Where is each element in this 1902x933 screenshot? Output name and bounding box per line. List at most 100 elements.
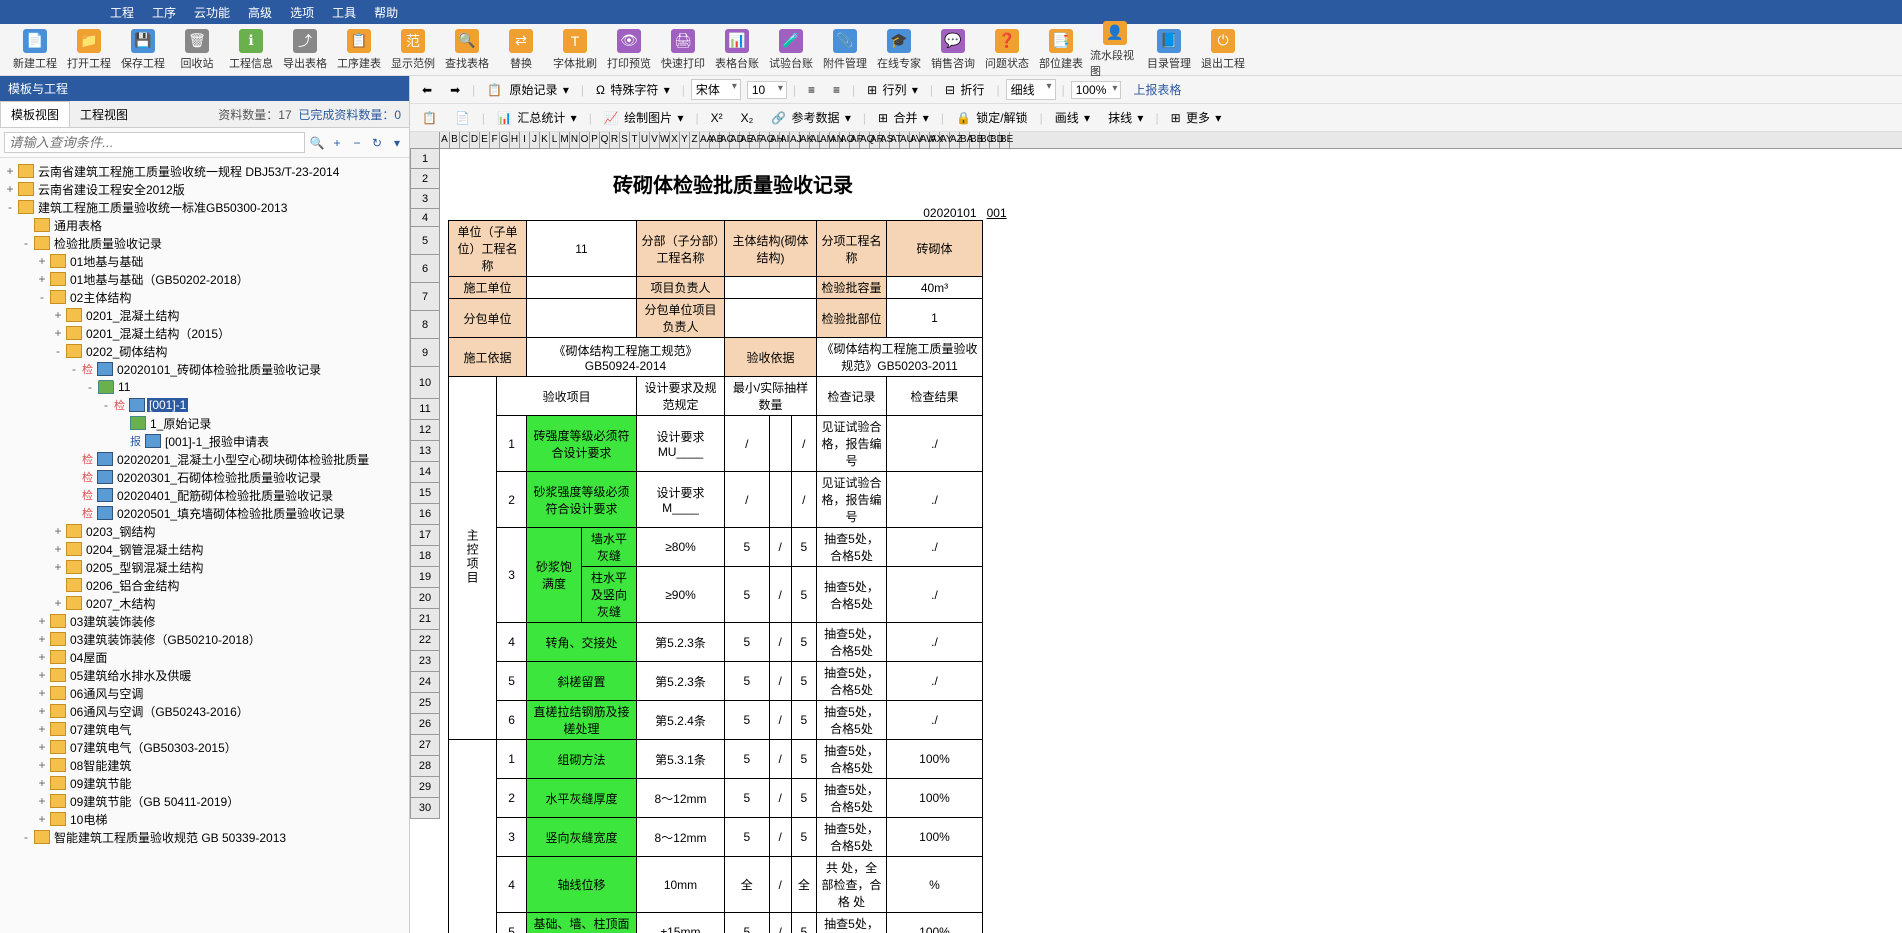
copy-icon[interactable]: 📄 xyxy=(449,109,476,127)
menu-帮助[interactable]: 帮助 xyxy=(374,4,398,21)
tree-item[interactable]: +09建筑节能（GB 50411-2019） xyxy=(4,792,405,810)
toolbar-快速打印[interactable]: 🖨快速打印 xyxy=(658,29,708,71)
menu-选项[interactable]: 选项 xyxy=(290,4,314,21)
menu-工序[interactable]: 工序 xyxy=(152,4,176,21)
undo-button[interactable]: ⬅ xyxy=(416,81,438,99)
tree-item[interactable]: +07建筑电气（GB50303-2015） xyxy=(4,738,405,756)
toolbar-打印预览[interactable]: 👁打印预览 xyxy=(604,29,654,71)
tree-item[interactable]: +0204_钢管混凝土结构 xyxy=(4,540,405,558)
toolbar-新建工程[interactable]: 📄新建工程 xyxy=(10,29,60,71)
toolbar-字体批刷[interactable]: T字体批刷 xyxy=(550,29,600,71)
special-char-button[interactable]: Ω 特殊字符 ▾ xyxy=(590,79,676,100)
tree-item[interactable]: +01地基与基础 xyxy=(4,252,405,270)
merge-button[interactable]: ⊞ 合并 ▾ xyxy=(872,107,935,128)
search-icon[interactable]: 🔍 xyxy=(309,136,325,150)
tree-item[interactable]: +0201_混凝土结构（2015） xyxy=(4,324,405,342)
stat-button[interactable]: 📊 汇总统计 ▾ xyxy=(491,107,583,128)
tree-item[interactable]: +04屋面 xyxy=(4,648,405,666)
tree-item[interactable]: +0203_钢结构 xyxy=(4,522,405,540)
tree-item[interactable]: -11 xyxy=(4,378,405,396)
toolbar-替换[interactable]: ⇄替换 xyxy=(496,29,546,71)
menu-icon[interactable]: ▾ xyxy=(389,136,405,150)
row-col-button[interactable]: ⊞ 行列 ▾ xyxy=(861,79,924,100)
original-record-button[interactable]: 📋 原始记录 ▾ xyxy=(481,79,575,100)
tab-project-view[interactable]: 工程视图 xyxy=(70,102,138,127)
add-icon[interactable]: + xyxy=(329,136,345,150)
toolbar-打开工程[interactable]: 📁打开工程 xyxy=(64,29,114,71)
toolbar-显示范例[interactable]: 范显示范例 xyxy=(388,29,438,71)
tree-item[interactable]: -检02020101_砖砌体检验批质量验收记录 xyxy=(4,360,405,378)
toolbar-工序建表[interactable]: 📋工序建表 xyxy=(334,29,384,71)
tree-item[interactable]: 1_原始记录 xyxy=(4,414,405,432)
menu-高级[interactable]: 高级 xyxy=(248,4,272,21)
tree-item[interactable]: +09建筑节能 xyxy=(4,774,405,792)
dash-line-button[interactable]: 抹线 ▾ xyxy=(1102,107,1149,128)
tree-item[interactable]: -02主体结构 xyxy=(4,288,405,306)
tree-item[interactable]: 0206_铝合金结构 xyxy=(4,576,405,594)
tab-template-view[interactable]: 模板视图 xyxy=(0,101,70,127)
tree-item[interactable]: 检02020301_石砌体检验批质量验收记录 xyxy=(4,468,405,486)
paint-line-button[interactable]: 画线 ▾ xyxy=(1049,107,1096,128)
tree-item[interactable]: +云南省建筑工程施工质量验收统一规程 DBJ53/T-23-2014 xyxy=(4,162,405,180)
chart-button[interactable]: 📈 绘制图片 ▾ xyxy=(598,107,690,128)
tree-item[interactable]: 检02020401_配筋砌体检验批质量验收记录 xyxy=(4,486,405,504)
subscript-icon[interactable]: X₂ xyxy=(735,109,760,127)
paste-icon[interactable]: 📋 xyxy=(416,109,443,127)
tree-item[interactable]: +云南省建设工程安全2012版 xyxy=(4,180,405,198)
wrap-button[interactable]: ⊟ 折行 xyxy=(939,79,990,100)
zoom-select[interactable]: 100% xyxy=(1071,81,1122,99)
toolbar-销售咨询[interactable]: 💬销售咨询 xyxy=(928,29,978,71)
tree-item[interactable]: +06通风与空调（GB50243-2016） xyxy=(4,702,405,720)
ref-data-button[interactable]: 🔗 参考数据 ▾ xyxy=(765,107,857,128)
lock-button[interactable]: 🔒 锁定/解锁 xyxy=(950,107,1034,128)
search-input[interactable] xyxy=(4,132,305,153)
tree-item[interactable]: +03建筑装饰装修（GB50210-2018） xyxy=(4,630,405,648)
tree-item[interactable]: -检[001]-1 xyxy=(4,396,405,414)
toolbar-工程信息[interactable]: ℹ工程信息 xyxy=(226,29,276,71)
toolbar-保存工程[interactable]: 💾保存工程 xyxy=(118,29,168,71)
toolbar-回收站[interactable]: 🗑回收站 xyxy=(172,29,222,71)
tree-item[interactable]: +07建筑电气 xyxy=(4,720,405,738)
font-select[interactable]: 宋体 xyxy=(691,79,741,100)
menu-工具[interactable]: 工具 xyxy=(332,4,356,21)
toolbar-试验台账[interactable]: 🧪试验台账 xyxy=(766,29,816,71)
tree-item[interactable]: 通用表格 xyxy=(4,216,405,234)
tree-item[interactable]: +0205_型钢混凝土结构 xyxy=(4,558,405,576)
size-select[interactable]: 10 xyxy=(747,81,787,99)
toolbar-退出工程[interactable]: ⏻退出工程 xyxy=(1198,29,1248,71)
tree-item[interactable]: +10电梯 xyxy=(4,810,405,828)
tree-item[interactable]: +03建筑装饰装修 xyxy=(4,612,405,630)
remove-icon[interactable]: − xyxy=(349,136,365,150)
upload-button[interactable]: 上报表格 xyxy=(1127,79,1187,100)
toolbar-目录管理[interactable]: 📘目录管理 xyxy=(1144,29,1194,71)
toolbar-在线专家[interactable]: 🎓在线专家 xyxy=(874,29,924,71)
tree-item[interactable]: +08智能建筑 xyxy=(4,756,405,774)
toolbar-附件管理[interactable]: 📎附件管理 xyxy=(820,29,870,71)
tree-item[interactable]: -检验批质量验收记录 xyxy=(4,234,405,252)
tree-item[interactable]: +05建筑给水排水及供暖 xyxy=(4,666,405,684)
tree-item[interactable]: +06通风与空调 xyxy=(4,684,405,702)
tree-item[interactable]: -0202_砌体结构 xyxy=(4,342,405,360)
align-left-icon[interactable]: ≡ xyxy=(802,81,821,99)
tree-item[interactable]: -建筑工程施工质量验收统一标准GB50300-2013 xyxy=(4,198,405,216)
menu-工程[interactable]: 工程 xyxy=(110,4,134,21)
tree-item[interactable]: 检02020201_混凝土小型空心砌块砌体检验批质量 xyxy=(4,450,405,468)
toolbar-查找表格[interactable]: 🔍查找表格 xyxy=(442,29,492,71)
toolbar-表格台账[interactable]: 📊表格台账 xyxy=(712,29,762,71)
tree-item[interactable]: +0207_木结构 xyxy=(4,594,405,612)
tree-item[interactable]: +0201_混凝土结构 xyxy=(4,306,405,324)
toolbar-流水段视图[interactable]: 👤流水段视图 xyxy=(1090,21,1140,79)
tree-item[interactable]: -智能建筑工程质量验收规范 GB 50339-2013 xyxy=(4,828,405,846)
superscript-icon[interactable]: X² xyxy=(705,109,729,127)
menu-云功能[interactable]: 云功能 xyxy=(194,4,230,21)
more-button[interactable]: ⊞ 更多 ▾ xyxy=(1165,107,1228,128)
toolbar-导出表格[interactable]: ⤴导出表格 xyxy=(280,29,330,71)
line-select[interactable]: 细线 xyxy=(1006,79,1056,100)
spreadsheet[interactable]: ABCDEFGHIJKLMNOPQRSTUVWXYZAAABACADAEAFAG… xyxy=(410,132,1902,933)
refresh-icon[interactable]: ↻ xyxy=(369,136,385,150)
toolbar-问题状态[interactable]: ❓问题状态 xyxy=(982,29,1032,71)
tree-item[interactable]: 报[001]-1_报验申请表 xyxy=(4,432,405,450)
redo-button[interactable]: ➡ xyxy=(444,81,466,99)
toolbar-部位建表[interactable]: 📑部位建表 xyxy=(1036,29,1086,71)
tree-item[interactable]: +01地基与基础（GB50202-2018） xyxy=(4,270,405,288)
